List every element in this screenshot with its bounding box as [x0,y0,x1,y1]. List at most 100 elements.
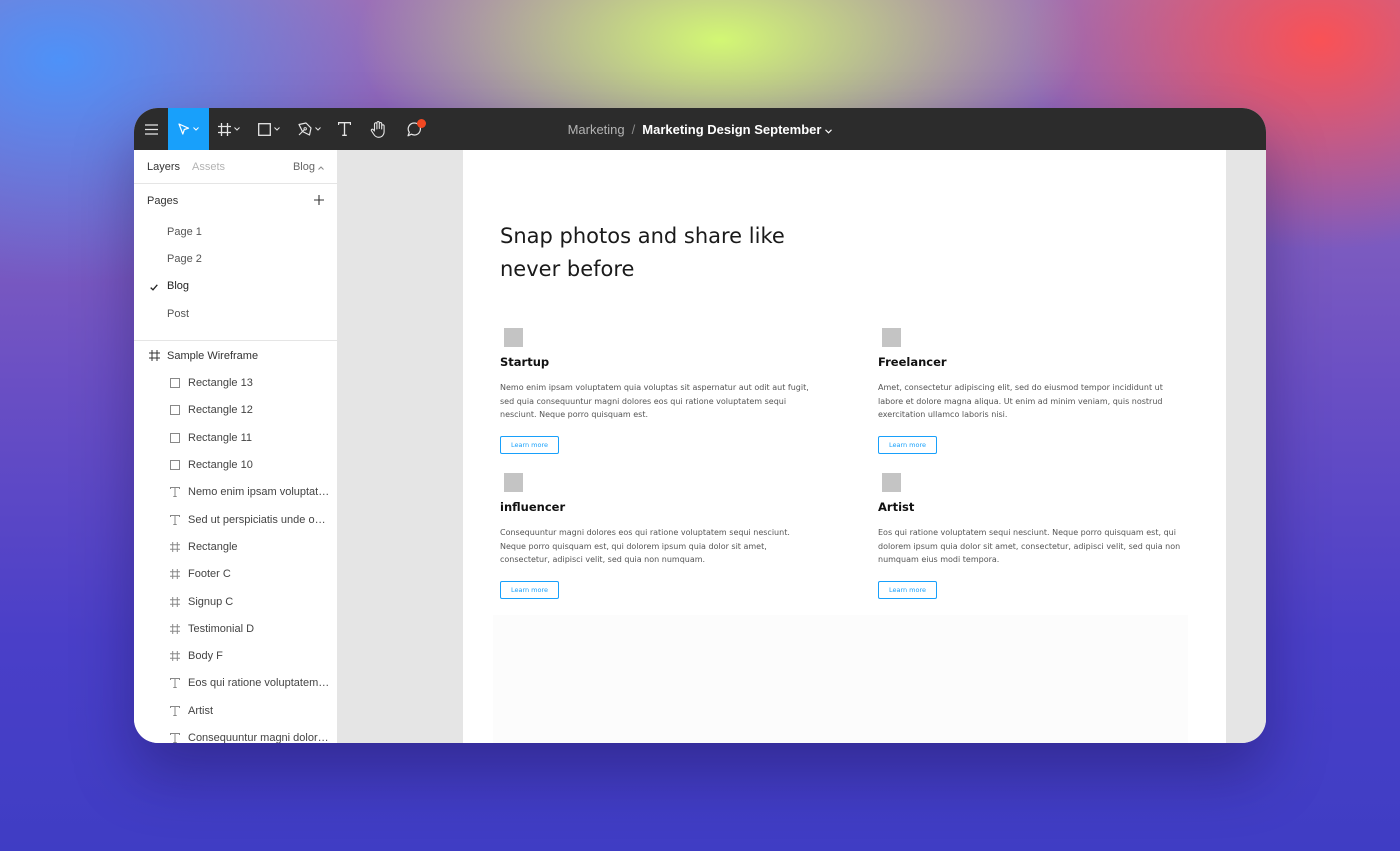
notification-dot [416,118,426,128]
layer-label: Signup C [188,595,234,608]
layer-label: Rectangle [188,540,238,553]
page-item-page-2[interactable]: Page 2 [134,245,337,272]
layer-label: Nemo enim ipsam voluptatem... [188,486,330,499]
page-item-blog[interactable]: Blog [134,273,337,300]
chevron-up-icon [318,161,324,173]
card-text: Eos qui ratione voluptatem sequi nesciun… [878,528,1181,565]
frame-icon [169,568,181,580]
layer-item[interactable]: Nemo enim ipsam voluptatem... [134,479,337,506]
card-title: influencer [500,500,566,514]
pen-tool-button[interactable] [289,108,329,150]
layers-sidebar: Layers Assets Blog Pages Page 1 Page 2 B… [134,150,338,743]
layer-item[interactable]: Rectangle 13 [134,369,337,396]
layer-item[interactable]: Sample Wireframe [134,342,337,369]
feature-card-freelancer: Freelancer Amet, consectetur adipiscing … [878,328,1190,454]
page-label: Page 1 [167,225,202,238]
frame-icon [169,541,181,553]
frame-icon [148,350,160,362]
text-icon [169,677,181,689]
layer-item[interactable]: Rectangle 12 [134,397,337,424]
text-tool-button[interactable] [329,108,359,150]
shape-tool-button[interactable] [249,108,289,150]
layer-item[interactable]: Rectangle 10 [134,451,337,478]
rectangle-icon [169,404,181,416]
layer-item[interactable]: Rectangle 11 [134,424,337,451]
page-label: Page 2 [167,252,202,265]
layer-label: Eos qui ratione voluptatem se... [188,677,330,690]
image-placeholder [504,328,523,347]
layer-label: Consequuntur magni dolores ... [188,731,330,743]
design-canvas[interactable]: Snap photos and share like never before … [339,150,1266,743]
card-text: Consequuntur magni dolores eos qui ratio… [500,528,790,565]
current-page-dropdown[interactable]: Blog [293,161,324,173]
breadcrumb-separator: / [631,121,636,137]
learn-more-button[interactable]: Learn more [878,435,937,454]
text-icon [169,705,181,717]
app-window: Marketing / Marketing Design September L… [134,108,1266,743]
tab-assets[interactable]: Assets [192,161,225,173]
tab-layers[interactable]: Layers [147,161,180,173]
image-placeholder [882,328,901,347]
layer-label: Artist [188,704,214,717]
learn-more-button[interactable]: Learn more [878,580,937,599]
hero-title: Snap photos and share like never before [500,224,785,281]
frame-tool-button[interactable] [209,108,249,150]
text-icon [169,514,181,526]
learn-more-button[interactable]: Learn more [500,580,559,599]
layer-item[interactable]: Consequuntur magni dolores ... [134,724,337,743]
breadcrumb-project[interactable]: Marketing [568,122,625,137]
rectangle-icon [169,432,181,444]
frame-icon [169,623,181,635]
text-icon [169,486,181,498]
hand-tool-button[interactable] [359,108,397,150]
cursor-icon [178,122,190,136]
pages-title: Pages [147,195,179,207]
file-name-menu[interactable]: Marketing Design September [642,121,833,137]
chevron-down-icon [234,127,240,131]
pen-icon [297,122,312,136]
learn-more-button[interactable]: Learn more [500,435,559,454]
card-title: Artist [878,500,915,514]
rectangle-icon [258,122,271,136]
layer-item[interactable]: Body F [134,642,337,669]
feature-card-artist: Artist Eos qui ratione voluptatem sequi … [878,473,1190,599]
layer-item[interactable]: Signup C [134,588,337,615]
page-item-post[interactable]: Post [134,300,337,327]
card-text: Amet, consectetur adipiscing elit, sed d… [878,383,1163,420]
chevron-down-icon [314,127,321,131]
page-label: Blog [167,280,190,293]
layer-item[interactable]: Rectangle [134,533,337,560]
frame-icon [169,596,181,608]
chevron-down-icon [274,127,280,131]
footer-placeholder [493,615,1188,743]
card-title: Freelancer [878,355,947,369]
layer-label: Rectangle 13 [188,377,253,390]
layer-item[interactable]: Sed ut perspiciatis unde omnis [134,506,337,533]
comment-tool-button[interactable] [397,108,431,150]
add-page-button[interactable] [314,194,324,208]
page-item-page-1[interactable]: Page 1 [134,218,337,245]
layer-item[interactable]: Testimonial D [134,615,337,642]
text-icon [337,122,351,136]
frame-icon [218,122,231,136]
image-placeholder [504,473,523,492]
layer-item[interactable]: Footer C [134,561,337,588]
layer-label: Rectangle 11 [188,431,253,444]
text-icon [169,732,181,743]
feature-card-influencer: influencer Consequuntur magni dolores eo… [500,473,812,599]
artboard-frame[interactable]: Snap photos and share like never before … [463,150,1226,743]
plus-icon [314,194,324,208]
layer-label: Sample Wireframe [167,349,259,362]
rectangle-icon [169,377,181,389]
main-menu-button[interactable] [134,108,168,150]
sidebar-tabs: Layers Assets Blog [134,150,337,184]
card-title: Startup [500,355,550,369]
toolbar: Marketing / Marketing Design September [134,108,1266,150]
comment-icon [406,118,426,137]
layer-label: Sed ut perspiciatis unde omnis [188,513,330,526]
layer-item[interactable]: Eos qui ratione voluptatem se... [134,670,337,697]
file-name: Marketing Design September [642,121,822,137]
move-tool-button[interactable] [168,108,209,150]
layer-item[interactable]: Artist [134,697,337,724]
card-text: Nemo enim ipsam voluptatem quia voluptas… [500,383,809,420]
